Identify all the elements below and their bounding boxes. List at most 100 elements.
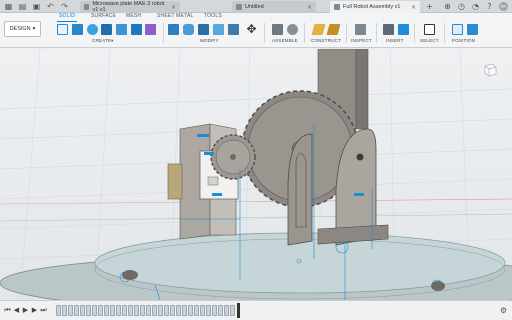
tab-solid[interactable]: SOLID	[59, 13, 75, 19]
tab-tools[interactable]: TOOLS	[204, 13, 222, 19]
group-assemble[interactable]: ASSEMBLE	[272, 38, 298, 43]
save-icon[interactable]: ▣	[32, 2, 41, 11]
timeline-feature[interactable]	[122, 305, 127, 316]
offset-plane-icon[interactable]	[311, 24, 326, 35]
fillet-icon[interactable]	[183, 24, 194, 35]
go-to-end-icon[interactable]: ⏭	[40, 306, 47, 315]
redo-icon[interactable]: ↷	[60, 2, 69, 11]
insert-derive-icon[interactable]	[383, 24, 394, 35]
go-to-start-icon[interactable]: ⏮	[4, 306, 11, 315]
pattern-icon[interactable]	[116, 24, 127, 35]
create-sketch-icon[interactable]	[57, 24, 68, 35]
group-create[interactable]: CREATE	[92, 38, 111, 43]
close-icon[interactable]: ×	[307, 4, 312, 11]
measure-icon[interactable]	[355, 24, 366, 35]
timeline-feature[interactable]	[110, 305, 115, 316]
extensions-icon[interactable]: ⊕	[443, 2, 452, 11]
form-icon[interactable]	[145, 24, 156, 35]
plane-at-angle-icon[interactable]	[326, 24, 341, 35]
extrude-icon[interactable]	[72, 24, 83, 35]
timeline-feature[interactable]	[74, 305, 79, 316]
timeline-feature[interactable]	[230, 305, 235, 316]
workspace-switcher[interactable]: DESIGN ▾	[4, 21, 41, 37]
tab-mesh[interactable]: MESH	[126, 13, 141, 19]
timeline-feature[interactable]	[212, 305, 217, 316]
close-icon[interactable]: ×	[411, 4, 416, 11]
timeline-feature[interactable]	[134, 305, 139, 316]
timeline-feature[interactable]	[92, 305, 97, 316]
tab-surface[interactable]: SURFACE	[91, 13, 116, 19]
revert-position-icon[interactable]	[467, 24, 478, 35]
document-tab-untitled[interactable]: Untitled ×	[232, 1, 316, 13]
timeline-feature[interactable]	[62, 305, 67, 316]
joint-icon[interactable]	[287, 24, 298, 35]
select-icon[interactable]	[424, 24, 435, 35]
timeline-feature[interactable]	[170, 305, 175, 316]
notifications-icon[interactable]: ◔	[471, 2, 480, 11]
document-tab-full-robot-assembly[interactable]: Full Robot Assembly v1 ×	[330, 1, 420, 13]
timeline-feature[interactable]	[98, 305, 103, 316]
chamfer-icon[interactable]	[198, 24, 209, 35]
timeline-feature[interactable]	[86, 305, 91, 316]
add-tab-icon[interactable]: +	[425, 2, 434, 11]
group-position[interactable]: POSITION	[452, 38, 475, 43]
move-icon[interactable]: ✥	[246, 22, 257, 36]
viewcube-icon[interactable]	[482, 61, 498, 77]
revolve-icon[interactable]	[87, 24, 98, 35]
wheel-right[interactable]	[431, 281, 445, 291]
timeline-feature[interactable]	[104, 305, 109, 316]
step-back-icon[interactable]: ◀	[13, 306, 20, 315]
box-icon[interactable]	[131, 24, 142, 35]
insert-image-icon[interactable]	[398, 24, 409, 35]
timeline-feature[interactable]	[68, 305, 73, 316]
timeline-feature[interactable]	[194, 305, 199, 316]
wheel-left[interactable]	[122, 270, 138, 280]
tab-label: Untitled	[245, 4, 264, 10]
canvas-viewport[interactable]	[0, 49, 512, 300]
hole-icon[interactable]	[101, 24, 112, 35]
help-icon[interactable]: ?	[485, 2, 494, 11]
app-grid-icon[interactable]: ▦	[4, 2, 13, 11]
group-construct[interactable]: CONSTRUCT	[311, 38, 341, 43]
timeline-feature[interactable]	[164, 305, 169, 316]
timeline-feature[interactable]	[140, 305, 145, 316]
capture-position-icon[interactable]	[452, 24, 463, 35]
tab-sheet-metal[interactable]: SHEET METAL	[157, 13, 193, 19]
shell-icon[interactable]	[213, 24, 224, 35]
timeline-feature[interactable]	[128, 305, 133, 316]
press-pull-icon[interactable]	[168, 24, 179, 35]
new-component-icon[interactable]	[272, 24, 283, 35]
gear-icon[interactable]: ⚙	[500, 306, 507, 315]
pinion-gear[interactable]	[210, 134, 256, 180]
timeline-feature[interactable]	[146, 305, 151, 316]
undo-icon[interactable]: ↶	[46, 2, 55, 11]
timeline-feature[interactable]	[56, 305, 61, 316]
timeline-feature[interactable]	[218, 305, 223, 316]
timeline-feature[interactable]	[116, 305, 121, 316]
timeline-feature[interactable]	[182, 305, 187, 316]
chevron-down-icon: ▾	[111, 38, 114, 43]
close-icon[interactable]: ×	[171, 4, 176, 11]
file-icon[interactable]: ▤	[18, 2, 27, 11]
timeline-feature[interactable]	[152, 305, 157, 316]
group-insert[interactable]: INSERT	[386, 38, 404, 43]
group-select[interactable]: SELECT	[420, 38, 439, 43]
group-modify[interactable]: MODIFY	[200, 38, 219, 43]
document-tab-microwave-plate[interactable]: Microwave plate MAE 3 robot v1 v1 ×	[80, 1, 180, 13]
timeline-feature[interactable]	[80, 305, 85, 316]
play-icon[interactable]: ▶	[22, 306, 29, 315]
timeline-feature[interactable]	[206, 305, 211, 316]
timeline-feature[interactable]	[200, 305, 205, 316]
combine-icon[interactable]	[228, 24, 239, 35]
timeline-feature[interactable]	[176, 305, 181, 316]
job-status-icon[interactable]: ◷	[457, 2, 466, 11]
timeline-marker[interactable]	[237, 303, 240, 318]
group-inspect[interactable]: INSPECT	[351, 38, 372, 43]
step-forward-icon[interactable]: ▶	[31, 306, 38, 315]
timeline-track[interactable]	[56, 305, 243, 316]
timeline-feature[interactable]	[158, 305, 163, 316]
avatar[interactable]: PA	[499, 2, 508, 11]
timeline-feature[interactable]	[224, 305, 229, 316]
motor-body[interactable]	[167, 163, 183, 200]
timeline-feature[interactable]	[188, 305, 193, 316]
